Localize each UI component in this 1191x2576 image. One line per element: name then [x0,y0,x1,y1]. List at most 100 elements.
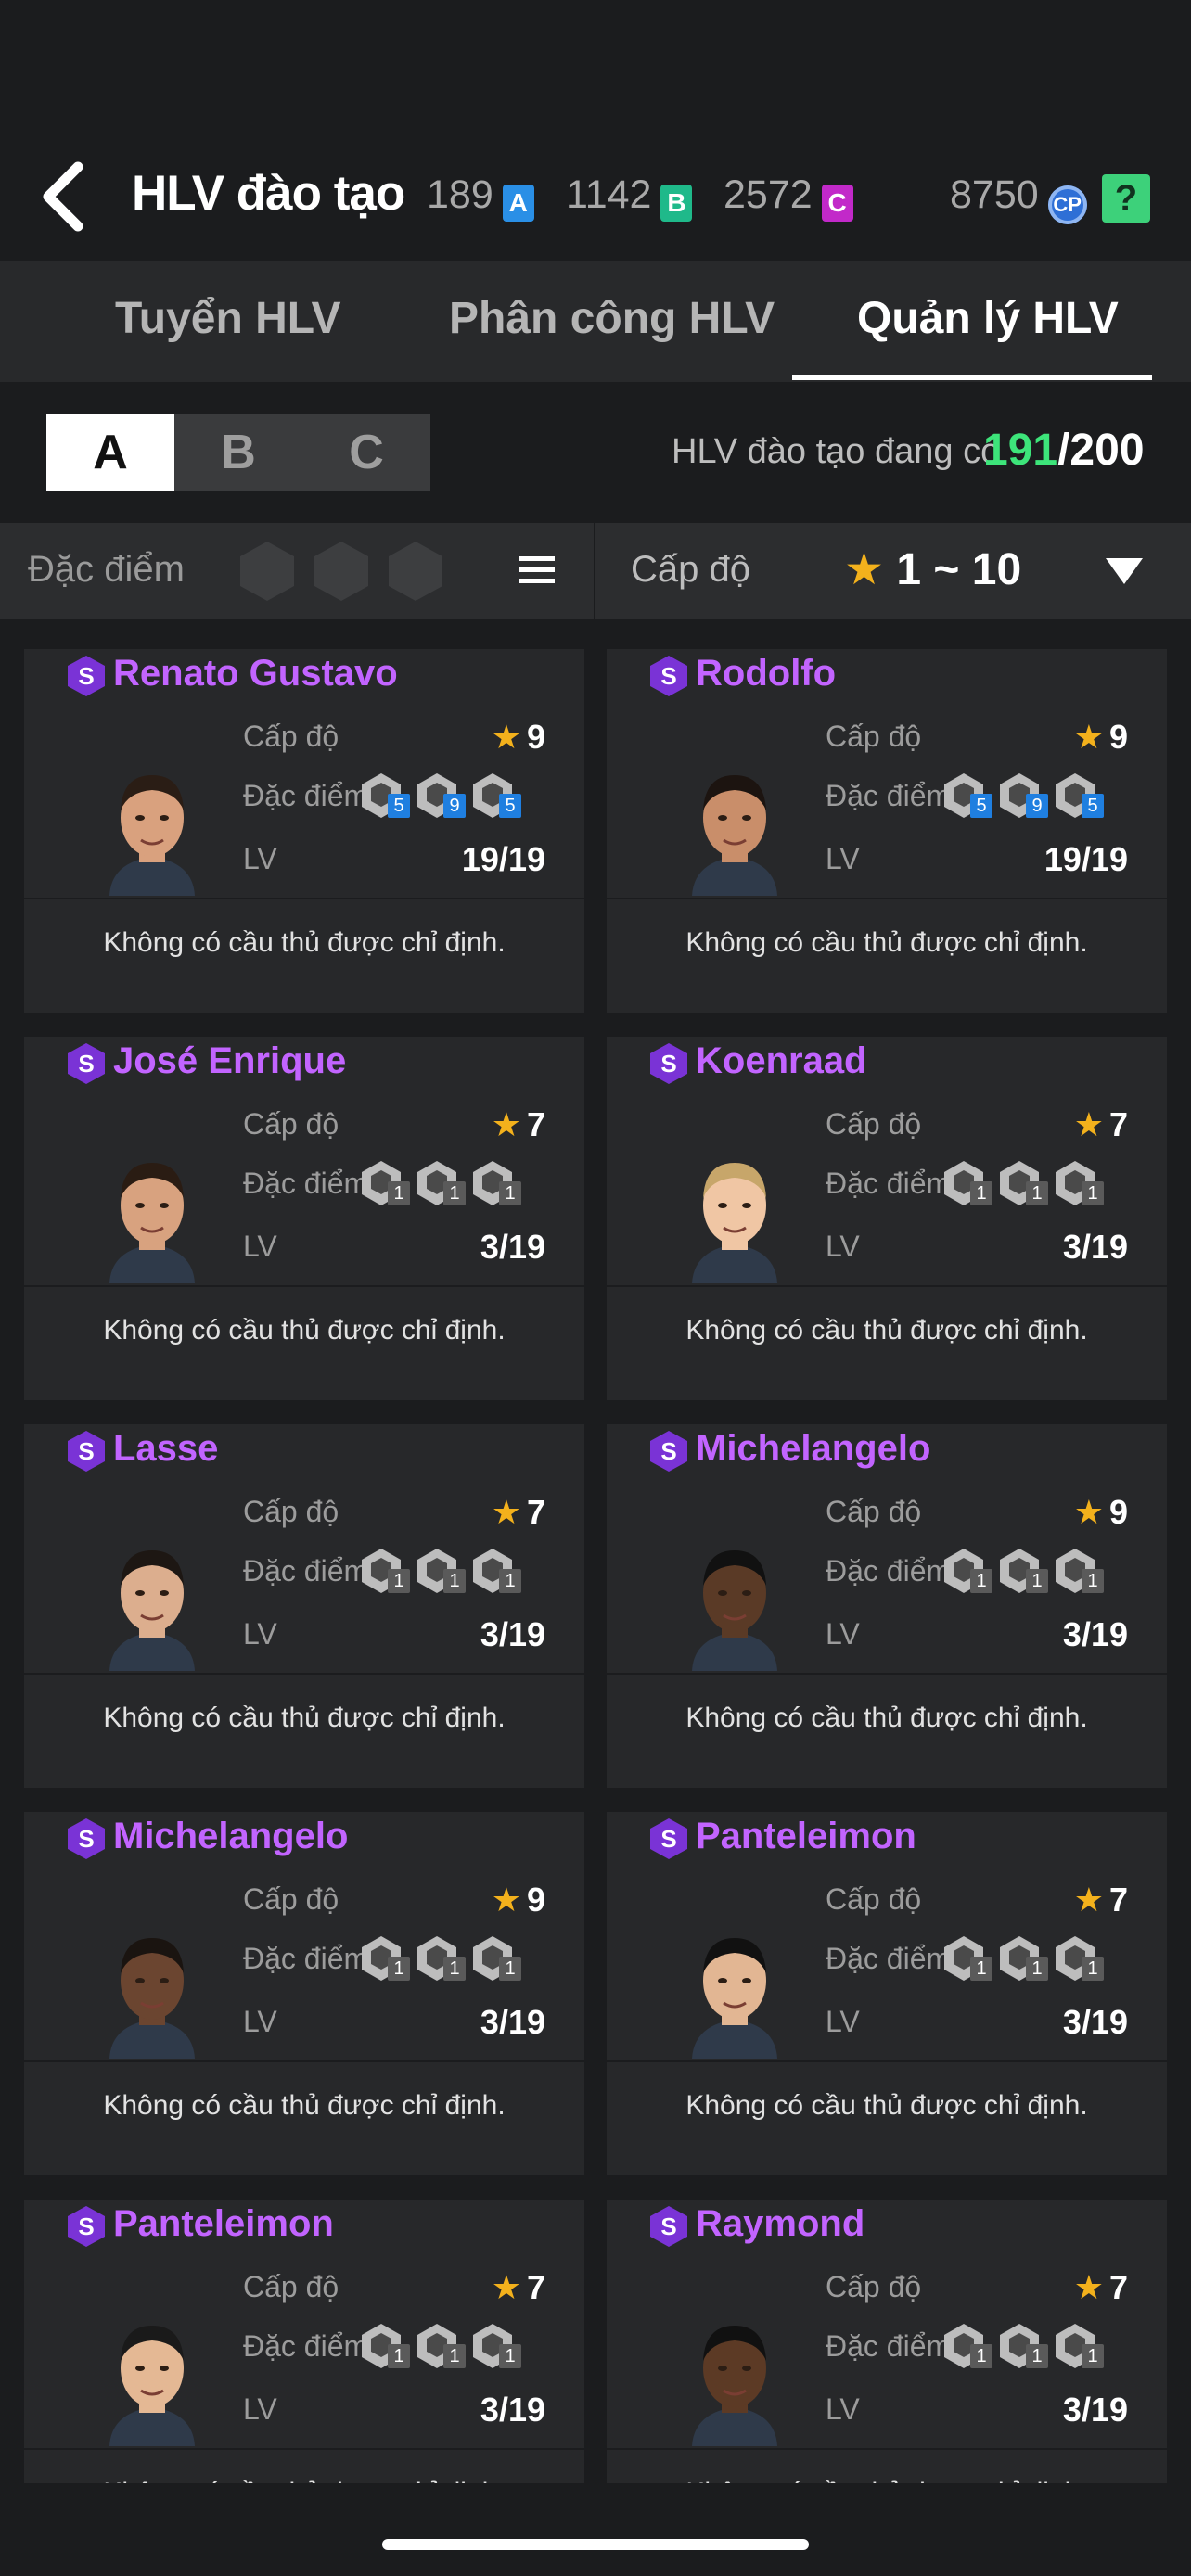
segment-c[interactable]: C [302,414,430,491]
coach-name: José Enrique [113,1040,347,1081]
trait-icon: 1 [416,1547,466,1593]
coach-card[interactable]: S Lasse Cấp độ ★ 7 Đặc điểm 1 1 1 LV 3/19 [24,1424,584,1788]
card-divider [607,2448,1167,2450]
coach-level: ★ 7 [1074,1881,1128,1919]
trait-icon: 1 [471,1547,521,1593]
trait-icon: 1 [998,1934,1048,1981]
assigned-player-status: Không có cầu thủ được chỉ định. [685,1702,1088,1733]
svg-text:S: S [78,2213,94,2240]
trait-icon: 1 [471,2322,521,2368]
trait-level: 1 [388,1957,410,1981]
star-icon: ★ [491,718,521,756]
capacity-current: 191 [983,426,1058,475]
coach-level-value: 9 [1108,718,1128,756]
dropdown-triangle-icon[interactable] [1106,558,1143,584]
segment-b[interactable]: B [174,414,302,491]
coach-level-value: 7 [1108,1105,1128,1143]
assigned-player-status: Không có cầu thủ được chỉ định. [103,1315,506,1345]
trait-level: 1 [499,2344,521,2368]
bottom-safe-area [0,2483,1191,2576]
star-icon: ★ [844,545,885,594]
traits-label: Đặc điểm [826,1554,952,1588]
tab-manage-coach[interactable]: Quản lý HLV [857,293,1119,344]
trait-icon: 9 [998,772,1048,818]
trait-filter-label[interactable]: Đặc điểm c [28,549,191,591]
trait-level: 1 [970,2344,992,2368]
trait-level: 1 [388,2344,410,2368]
traits-label: Đặc điểm [243,2329,369,2363]
trait-level: 1 [970,1957,992,1981]
coach-name: Lasse [113,1428,219,1469]
segment-a[interactable]: A [46,414,174,491]
coach-lv: 3/19 [480,2391,545,2429]
traits-label: Đặc điểm [243,1167,369,1200]
card-divider [607,1673,1167,1675]
list-menu-icon[interactable] [519,556,555,588]
coach-card[interactable]: S Michelangelo Cấp độ ★ 9 Đặc điểm 1 1 1 … [607,1424,1167,1788]
coach-card[interactable]: S Rodolfo Cấp độ ★ 9 Đặc điểm 5 9 5 LV 19… [607,649,1167,1013]
coach-avatar [679,760,790,896]
trait-level: 1 [970,1569,992,1593]
coach-avatar [679,1148,790,1283]
svg-text:S: S [78,1437,94,1465]
coach-avatar [96,2311,208,2446]
page-title: HLV đào tạo [132,166,405,221]
trait-slot-hex-icon[interactable] [384,540,447,603]
level-filter-label: Cấp độ [631,549,750,590]
trait-icon: 1 [998,1159,1048,1205]
s-rank-badge-icon: S [647,1817,687,1859]
coach-avatar [679,1536,790,1671]
level-label: Cấp độ [243,720,339,753]
lv-label: LV [243,1617,277,1651]
level-filter-range[interactable]: ★ 1 ~ 10 [844,543,1021,595]
trait-level: 5 [499,794,521,818]
traits-label: Đặc điểm [243,779,369,812]
coach-card[interactable]: S Panteleimon Cấp độ ★ 7 Đặc điểm 1 1 1 L… [607,1812,1167,2175]
coach-lv: 3/19 [480,2003,545,2041]
trait-icons: 1 1 1 [360,1159,527,1207]
coach-lv: 3/19 [1062,2391,1128,2429]
coach-avatar [96,1536,208,1671]
trait-slot-hex-icon[interactable] [236,540,299,603]
level-range-value: 1 ~ 10 [896,545,1022,594]
coach-lv: 3/19 [1062,1615,1128,1653]
coach-level: ★ 7 [1074,1105,1128,1144]
trait-icon: 1 [360,1934,410,1981]
coach-card[interactable]: S Michelangelo Cấp độ ★ 9 Đặc điểm 1 1 1 … [24,1812,584,2175]
tab-assign-coach[interactable]: Phân công HLV [449,293,775,344]
help-button[interactable]: ? [1102,174,1150,223]
coach-avatar [96,760,208,896]
trait-level: 1 [1026,1181,1048,1205]
coach-lv: 3/19 [1062,2003,1128,2041]
coach-avatar [679,1923,790,2059]
back-arrow-icon[interactable] [37,159,93,234]
tab-recruit-coach[interactable]: Tuyển HLV [115,293,341,344]
coach-level: ★ 7 [492,1105,545,1144]
trait-level: 1 [443,2344,466,2368]
trait-icon: 1 [1054,2322,1104,2368]
traits-label: Đặc điểm [826,1942,952,1975]
svg-text:S: S [660,1050,676,1078]
level-label: Cấp độ [826,1882,922,1916]
trait-icon: 5 [942,772,992,818]
coach-level-value: 7 [526,1493,545,1531]
star-icon: ★ [491,1105,521,1143]
trait-icon: 1 [1054,1159,1104,1205]
coach-lv: 19/19 [461,840,545,878]
level-label: Cấp độ [826,720,922,753]
coach-card[interactable]: S José Enrique Cấp độ ★ 7 Đặc điểm 1 1 1 … [24,1037,584,1400]
trait-icon: 5 [471,772,521,818]
star-icon: ★ [1073,718,1104,756]
trait-icon: 9 [416,772,466,818]
coach-card[interactable]: S Koenraad Cấp độ ★ 7 Đặc điểm 1 1 1 LV 3… [607,1037,1167,1400]
coach-level-value: 9 [526,718,545,756]
trait-icon: 1 [942,1547,992,1593]
coach-name: Rodolfo [696,653,837,694]
svg-text:S: S [660,1437,676,1465]
trait-slot-hex-icon[interactable] [310,540,373,603]
s-rank-badge-icon: S [65,1042,105,1084]
home-indicator[interactable] [382,2539,809,2550]
coach-card[interactable]: S Renato Gustavo Cấp độ ★ 9 Đặc điểm 5 9 … [24,649,584,1013]
trait-level: 1 [970,1181,992,1205]
lv-label: LV [243,842,277,875]
